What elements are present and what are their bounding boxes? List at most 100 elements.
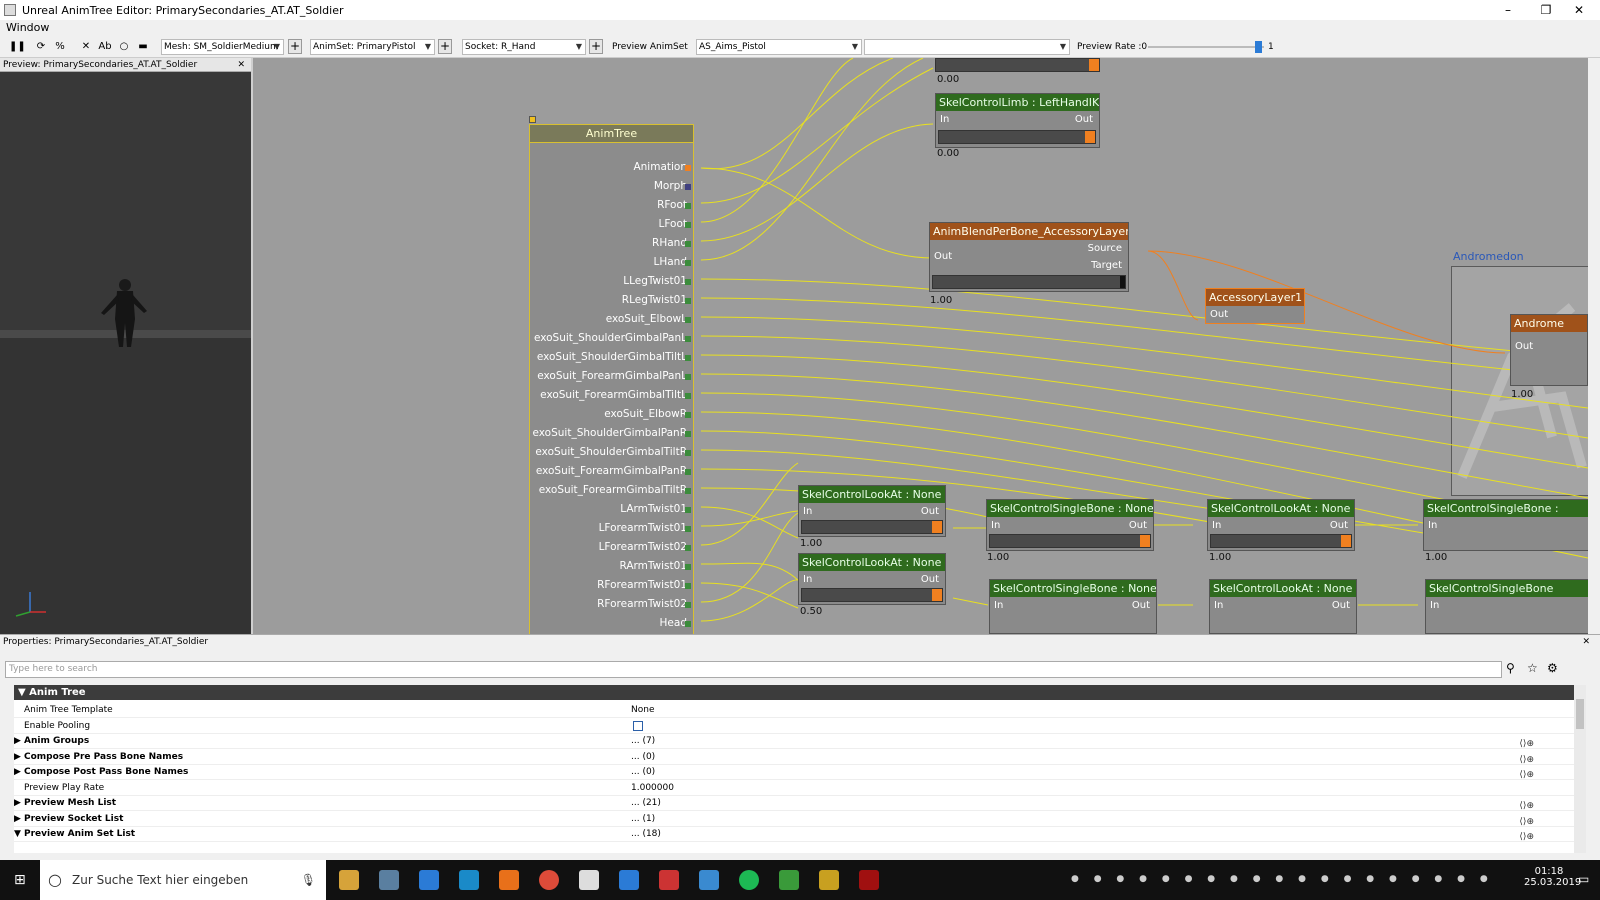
array-edit-icon[interactable]: ⟨⟩⊕: [1519, 829, 1534, 845]
favorite-icon[interactable]: ☆: [1527, 661, 1538, 675]
top-slider[interactable]: [935, 58, 1100, 72]
add-socket-button[interactable]: +: [589, 39, 603, 54]
andromedon-node[interactable]: Androme Out: [1510, 314, 1588, 386]
app-icon[interactable]: [659, 870, 679, 890]
pin-connector[interactable]: [685, 260, 691, 266]
pin-connector[interactable]: [685, 526, 691, 532]
skeleton-icon[interactable]: ✕: [79, 40, 93, 54]
property-value[interactable]: ... (7): [631, 733, 655, 749]
pin-connector[interactable]: [685, 298, 691, 304]
property-row[interactable]: Enable Pooling: [14, 718, 1574, 734]
help-icon[interactable]: [619, 870, 639, 890]
properties-search-input[interactable]: Type here to search: [5, 661, 1502, 678]
property-row[interactable]: ▶ ⟨⟩⊕ Anim Groups... (7): [14, 733, 1574, 749]
notification-icon[interactable]: ▭: [1578, 872, 1589, 886]
skelcontrol-lookat-node[interactable]: SkelControlLookAt : None In Out: [1209, 579, 1357, 634]
pin-connector[interactable]: [685, 621, 691, 627]
expand-right-icon[interactable]: ▶: [14, 811, 21, 827]
pin-connector[interactable]: [685, 374, 691, 380]
pin-connector[interactable]: [685, 412, 691, 418]
socket-select[interactable]: Socket: R_Hand ▼: [462, 39, 586, 55]
expand-down-icon[interactable]: ▼: [14, 826, 21, 842]
animtree-bone-pin[interactable]: exoSuit_ElbowL: [606, 313, 691, 325]
property-value[interactable]: ... (18): [631, 826, 661, 842]
animblendperbone-node[interactable]: AnimBlendPerBone_AccessoryLayer1 Source …: [929, 222, 1129, 292]
animset-select[interactable]: AnimSet: PrimaryPistol ▼: [310, 39, 435, 55]
animtree-bone-pin[interactable]: exoSuit_ShoulderGimbalPanR: [533, 427, 691, 439]
property-row[interactable]: ▶ ⟨⟩⊕ Preview Socket List... (1): [14, 811, 1574, 827]
skelcontrol-singlebone-node[interactable]: SkelControlSingleBone : None In Out: [986, 499, 1154, 551]
animtree-bone-pin[interactable]: LForearmTwist01: [599, 522, 691, 534]
close-button[interactable]: ✕: [1558, 0, 1600, 20]
node-weight-slider[interactable]: [1210, 534, 1352, 548]
animtree-bone-pin[interactable]: exoSuit_ShoulderGimbalTiltL: [537, 351, 691, 363]
animtree-bone-pin[interactable]: LLegTwist01: [623, 275, 691, 287]
animtree-bone-pin[interactable]: LArmTwist01: [620, 503, 691, 515]
skelcontrol-lookat-node[interactable]: SkelControlLookAt : None In Out: [1207, 499, 1355, 551]
chrome-icon[interactable]: [539, 870, 559, 890]
skelcontrol-singlebone-node[interactable]: SkelControlSingleBone : In: [1423, 499, 1588, 551]
app-icon[interactable]: [779, 870, 799, 890]
property-value[interactable]: ... (21): [631, 795, 661, 811]
preview-animset-select[interactable]: AS_Aims_Pistol ▼: [696, 39, 862, 55]
expand-right-icon[interactable]: ▶: [14, 749, 21, 765]
property-row[interactable]: ▶ ⟨⟩⊕ Compose Post Pass Bone Names... (0): [14, 764, 1574, 780]
app-icon[interactable]: [819, 870, 839, 890]
microphone-icon[interactable]: 🎙: [301, 860, 316, 900]
app-icon[interactable]: [459, 870, 479, 890]
pin-connector[interactable]: [685, 203, 691, 209]
pin-connector[interactable]: [685, 184, 691, 190]
pin-connector[interactable]: [685, 488, 691, 494]
animtree-bone-pin[interactable]: RForearmTwist02: [597, 598, 691, 610]
anim-tree-graph[interactable]: Andromedon AnimTree Animation Morph RFoo…: [253, 58, 1588, 634]
property-value[interactable]: None: [631, 702, 654, 718]
animtree-bone-pin[interactable]: RHand: [652, 237, 691, 249]
add-mesh-button[interactable]: +: [288, 39, 302, 54]
animtree-bone-pin[interactable]: exoSuit_ForearmGimbalPanL: [537, 370, 691, 382]
mesh-select[interactable]: Mesh: SM_SoldierMedium ▼: [161, 39, 284, 55]
property-value[interactable]: ... (0): [631, 749, 655, 765]
property-value[interactable]: ... (0): [631, 764, 655, 780]
clock[interactable]: 01:18 25.03.2019: [1524, 866, 1581, 888]
property-row[interactable]: ▼ ⟨⟩⊕ Preview Anim Set List ... (18): [14, 826, 1574, 842]
system-tray-icons[interactable]: ● ● ● ● ● ● ● ● ● ● ● ● ● ● ● ● ● ● ● ● …: [1071, 874, 1491, 886]
animtree-bone-pin[interactable]: Morph: [654, 180, 691, 192]
animtree-bone-pin[interactable]: exoSuit_ShoulderGimbalTiltR: [535, 446, 691, 458]
skelcontrol-lookat-node[interactable]: SkelControlLookAt : None In Out: [798, 553, 946, 605]
app-icon[interactable]: [419, 870, 439, 890]
pin-connector[interactable]: [685, 317, 691, 323]
scrollbar-thumb[interactable]: [1576, 699, 1584, 729]
animtree-bone-pin[interactable]: exoSuit_ForearmGimbalTiltL: [540, 389, 691, 401]
pin-connector[interactable]: [685, 545, 691, 551]
bone-names-icon[interactable]: Ab: [98, 40, 112, 54]
animtree-bone-pin[interactable]: LForearmTwist02: [599, 541, 691, 553]
pin-connector[interactable]: [685, 393, 691, 399]
expand-right-icon[interactable]: ▶: [14, 795, 21, 811]
windows-start-icon[interactable]: ⊞: [14, 872, 26, 888]
skelcontrol-singlebone-node[interactable]: SkelControlSingleBone In: [1425, 579, 1588, 634]
animtree-bone-pin[interactable]: LFoot: [659, 218, 691, 230]
pin-connector[interactable]: [685, 469, 691, 475]
pin-connector[interactable]: [685, 507, 691, 513]
animtree-bone-pin[interactable]: RForearmTwist01: [597, 579, 691, 591]
skelcontrol-lefthandik-node[interactable]: SkelControlLimb : LeftHandIK In Out: [935, 93, 1100, 148]
properties-scrollbar[interactable]: [1574, 685, 1586, 853]
property-value[interactable]: ... (1): [631, 811, 655, 827]
add-animset-button[interactable]: +: [438, 39, 452, 54]
taskbar-search-box[interactable]: ○ Zur Suche Text hier eingeben 🎙: [40, 860, 326, 900]
animtree-bone-pin[interactable]: RArmTwist01: [619, 560, 691, 572]
node-weight-slider[interactable]: [938, 130, 1096, 144]
filter-icon[interactable]: ⚙: [1547, 661, 1558, 675]
pin-connector[interactable]: [685, 222, 691, 228]
app-icon[interactable]: [859, 870, 879, 890]
close-icon[interactable]: ✕: [237, 58, 245, 72]
node-weight-slider[interactable]: [801, 520, 943, 534]
app-icon[interactable]: [379, 870, 399, 890]
pin-connector[interactable]: [685, 564, 691, 570]
search-icon[interactable]: ⚲: [1506, 661, 1515, 675]
animtree-bone-pin[interactable]: RFoot: [657, 199, 691, 211]
property-row[interactable]: Preview Play Rate 1.000000: [14, 780, 1574, 796]
animtree-root-node[interactable]: AnimTree Animation Morph RFoot LFoot RHand LH…: [529, 124, 694, 634]
animtree-bone-pin[interactable]: exoSuit_ForearmGimbalTiltR: [539, 484, 691, 496]
vlc-icon[interactable]: [499, 870, 519, 890]
